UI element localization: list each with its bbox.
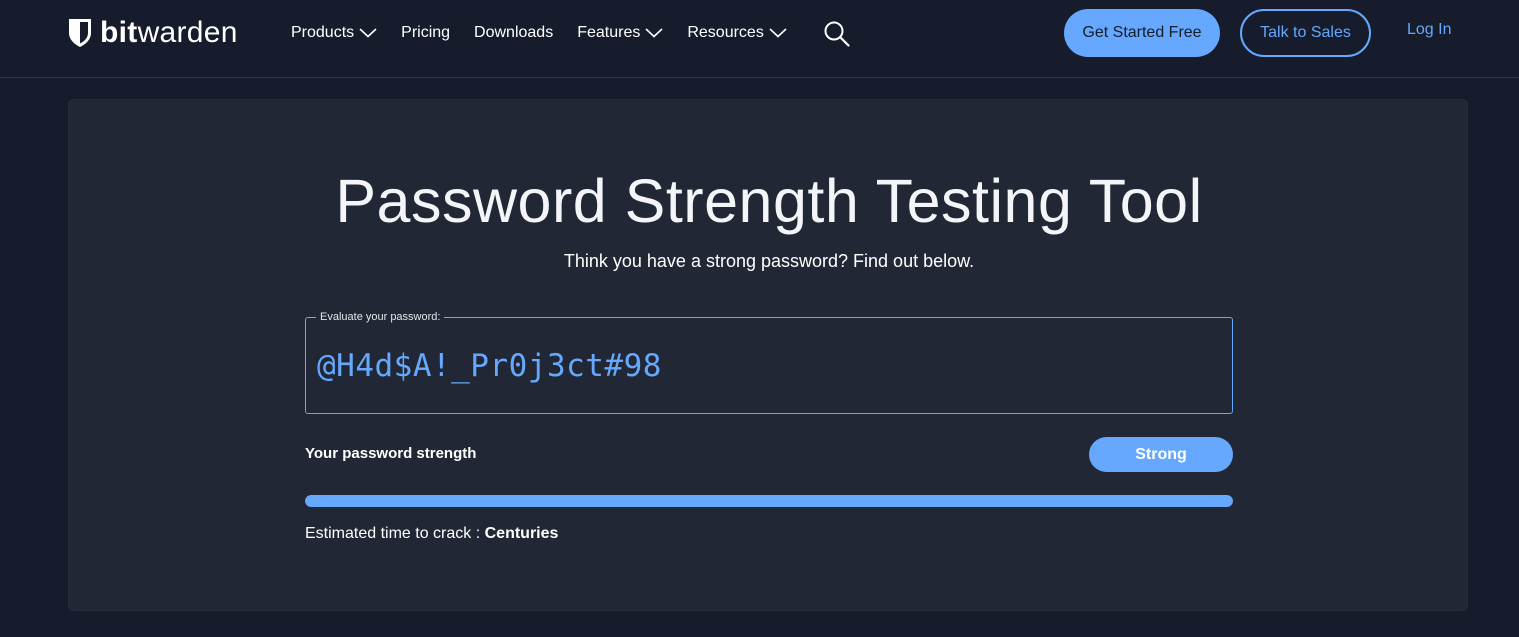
nav-downloads-label: Downloads <box>474 24 554 41</box>
search-icon <box>824 21 850 47</box>
strength-badge: Strong <box>1089 437 1233 472</box>
crack-time-value: Centuries <box>484 525 559 542</box>
nav-resources-label: Resources <box>687 24 764 41</box>
nav-features[interactable]: Features <box>577 24 663 42</box>
bitwarden-logo[interactable]: bitwarden <box>68 17 238 49</box>
nav-pricing[interactable]: Pricing <box>401 24 450 42</box>
nav-resources[interactable]: Resources <box>687 24 787 42</box>
crack-time: Estimated time to crack : Centuries <box>305 525 558 543</box>
log-in-link[interactable]: Log In <box>1407 21 1451 39</box>
chevron-down-icon <box>645 28 663 38</box>
nav-downloads[interactable]: Downloads <box>474 24 553 42</box>
logo-text-bold: bit <box>100 16 138 49</box>
nav-features-label: Features <box>577 24 641 41</box>
search-button[interactable] <box>823 20 851 48</box>
page-subtitle: Think you have a strong password? Find o… <box>563 251 975 271</box>
password-input[interactable] <box>317 346 1217 386</box>
chevron-down-icon <box>769 28 787 38</box>
chevron-down-icon <box>359 28 377 38</box>
strength-label: Your password strength <box>305 445 477 462</box>
page-title: Password Strength Testing Tool <box>335 167 1203 235</box>
talk-to-sales-button[interactable]: Talk to Sales <box>1240 9 1371 57</box>
strength-meter <box>305 495 1233 507</box>
get-started-free-button[interactable]: Get Started Free <box>1064 9 1220 57</box>
nav-products-label: Products <box>291 24 355 41</box>
strength-meter-fill <box>305 495 1233 507</box>
main-nav: Products Pricing Downloads Features Reso… <box>291 20 811 46</box>
nav-products[interactable]: Products <box>291 24 377 42</box>
logo-wordmark: bitwarden <box>100 17 238 49</box>
logo-text-thin: warden <box>137 16 238 49</box>
site-header: bitwarden Products Pricing Downloads Fea… <box>0 0 1519 78</box>
crack-time-label: Estimated time to crack : <box>305 525 481 542</box>
password-tool-card: Password Strength Testing Tool Think you… <box>68 99 1468 611</box>
password-field-label: Evaluate your password: <box>316 310 445 324</box>
password-field[interactable]: Evaluate your password: <box>305 310 1233 414</box>
nav-pricing-label: Pricing <box>401 24 451 41</box>
shield-icon <box>69 19 91 47</box>
